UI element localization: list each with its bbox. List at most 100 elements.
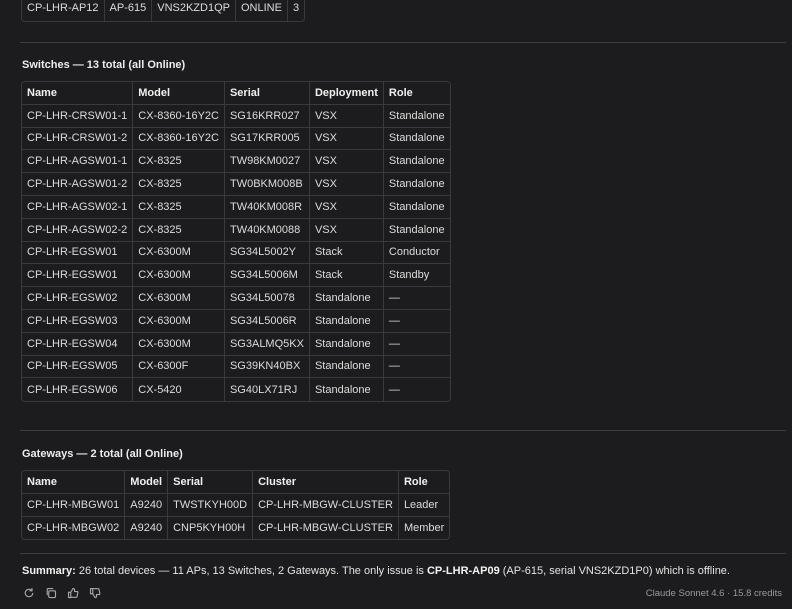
switch-cell: CP-LHR-EGSW05 [22,355,134,379]
switch-table-row: CP-LHR-EGSW06 CX-5420 SG40LX71RJ Standalone… [22,378,450,402]
gateway-cell: Member [403,521,445,534]
switch-cell: CX-8360-16Y2C [133,127,225,151]
switch-cell: VSX [309,104,384,128]
switch-table-row: CP-LHR-EGSW04 CX-6300M SG3ALMQ5KX Standalon… [22,332,450,356]
switch-cell: CX-8360-16Y2C [133,104,225,128]
switch-table-row: CP-LHR-CRSW01-2 CX-8360-16Y2C SG17KRR005 VS… [22,127,450,151]
ap-cell: 3 [292,1,300,14]
switch-cell: Stack [309,241,384,265]
switch-cell: TW0BKM008B [224,173,310,196]
switch-cell: VSX [309,173,384,196]
switch-cell: Standalone [309,332,384,356]
switch-cell: Standalone [309,355,384,379]
switch-cell: CX-8325 [133,218,225,242]
gateway-table-row: CP-LHR-MBGW01 A9240 TWSTKYH00D CP-LHR-MBGW-… [22,493,450,517]
switch-cell: Standby [383,264,450,288]
switch-cell: CX-8325 [133,195,225,219]
switch-cell: CX-8325 [133,150,225,174]
switch-cell: Standalone [309,287,384,310]
switches-header-role: Role [383,82,450,105]
switch-cell: CP-LHR-EGSW04 [22,332,134,356]
model-credit-label: Claude Sonnet 4.6 · 15.8 credits [645,588,782,599]
gateways-section-title: Gateways — 2 total (all Online) [22,448,183,460]
switch-cell: TW98KM0027 [224,150,310,174]
switch-cell: Standalone [383,219,450,242]
switch-cell: Standalone [309,309,384,333]
switch-cell: SG34L5002Y [224,241,310,265]
gateways-header-model: Model [125,471,169,494]
switch-cell: SG40LX71RJ [225,378,310,402]
switch-cell: — [383,356,450,379]
summary-body: 26 total devices — 11 APs, 13 Switches, … [75,565,427,577]
switch-cell: CX-6300M [133,264,225,288]
gateway-cell: CNP5KYH00H [168,516,254,540]
summary-label: Summary: [22,565,76,577]
switch-cell: CP-LHR-EGSW02 [22,287,134,310]
gateways-table: Name Model Serial Cluster Role CP-LHR-MBGW01… [21,470,451,541]
gateway-cell: A9240 [125,516,169,540]
switch-cell: Standalone [383,128,450,151]
ap-cell: VNS2KZD1QP [152,0,236,21]
switch-cell: — [383,333,450,356]
gateway-cell: A9240 [125,493,169,517]
gateway-cell: CP-LHR-MBGW02 [22,516,126,540]
gateways-header-role: Role [398,471,450,494]
gateways-header-name: Name [22,471,126,494]
switch-cell: CP-LHR-AGSW01-1 [22,150,134,174]
switch-cell: SG34L5006M [224,264,310,288]
copy-icon[interactable] [44,586,58,600]
switch-cell: CX-6300M [133,309,225,333]
switch-table-row: CP-LHR-EGSW01 CX-6300M SG34L5002Y Stack Cond… [22,241,450,265]
switch-cell: CP-LHR-AGSW01-2 [22,173,134,196]
summary-highlight: CP-LHR-AP09 [426,565,500,577]
summary-text: Summary: 26 total devices — 11 APs, 13 S… [22,565,730,577]
switch-cell: SG39KN40BX [224,355,310,379]
switch-cell: SG34L5006R [224,309,310,333]
switch-table-row: CP-LHR-EGSW02 CX-6300M SG34L50078 Standalon… [22,287,450,310]
gateway-cell: Leader [398,494,450,517]
switch-cell: SG34L50078 [224,287,310,310]
switch-cell: CP-LHR-EGSW01 [22,264,134,288]
switch-table-row: CP-LHR-EGSW05 CX-6300F SG39KN40BX Standalon… [22,355,450,379]
switch-cell: CP-LHR-AGSW02-1 [22,195,134,219]
switch-cell: CP-LHR-AGSW02-2 [22,218,134,242]
gateway-cell: CP-LHR-MBGW-CLUSTER [253,493,399,517]
gateway-cell: CP-LHR-MBGW01 [22,493,126,517]
switch-table-row: CP-LHR-CRSW01-1 CX-8360-16Y2C SG16KRR027 VS… [22,104,450,128]
switch-cell: CX-5420 [133,378,225,402]
summary-body-end: (AP-615, serial VNS2KZD1P0) which is off… [499,565,730,577]
switches-header-name: Name [22,82,134,105]
gateways-header-cluster: Cluster [253,471,399,494]
switch-cell: TW40KM0088 [224,218,310,242]
switch-cell: SG17KRR005 [224,127,310,151]
divider [20,553,786,554]
thumbs-down-icon[interactable] [88,586,102,600]
ap-table: CP-LHR-AP12 AP-615 VNS2KZD1QP ONLINE 3 [21,0,306,22]
switch-cell: TW40KM008R [224,195,310,219]
switch-cell: VSX [309,150,384,174]
switches-header-serial: Serial [224,82,310,105]
switches-header-deployment: Deployment [309,82,384,105]
divider [20,430,786,431]
ap-table-row: CP-LHR-AP12 AP-615 VNS2KZD1QP ONLINE 3 [22,0,304,21]
switches-table: Name Model Serial Deployment Role CP-LHR-CRS… [21,81,451,403]
switch-cell: CP-LHR-EGSW03 [22,309,134,333]
switch-table-row: CP-LHR-EGSW01 CX-6300M SG34L5006M Stack Stan… [22,264,450,288]
switch-cell: CP-LHR-CRSW01-1 [22,104,134,128]
retry-icon[interactable] [22,586,36,600]
ap-cell: AP-615 [105,0,153,21]
gateway-cell: TWSTKYH00D [168,493,254,517]
switch-cell: Standalone [383,150,450,174]
switch-cell: — [383,287,450,310]
thumbs-up-icon[interactable] [66,586,80,600]
switch-cell: VSX [309,218,384,242]
switch-cell: SG16KRR027 [224,104,310,128]
message-actions [22,586,102,600]
switch-table-row: CP-LHR-EGSW03 CX-6300M SG34L5006R Standalon… [22,309,450,333]
switch-cell: CX-6300M [133,241,225,265]
switch-cell: SG3ALMQ5KX [224,332,310,356]
gateway-cell: CP-LHR-MBGW-CLUSTER [253,516,399,540]
ap-cell: CP-LHR-AP12 [22,0,105,21]
switch-cell: — [388,383,400,396]
switch-table-row: CP-LHR-AGSW01-1 CX-8325 TW98KM0027 VSX Stand… [22,150,450,174]
